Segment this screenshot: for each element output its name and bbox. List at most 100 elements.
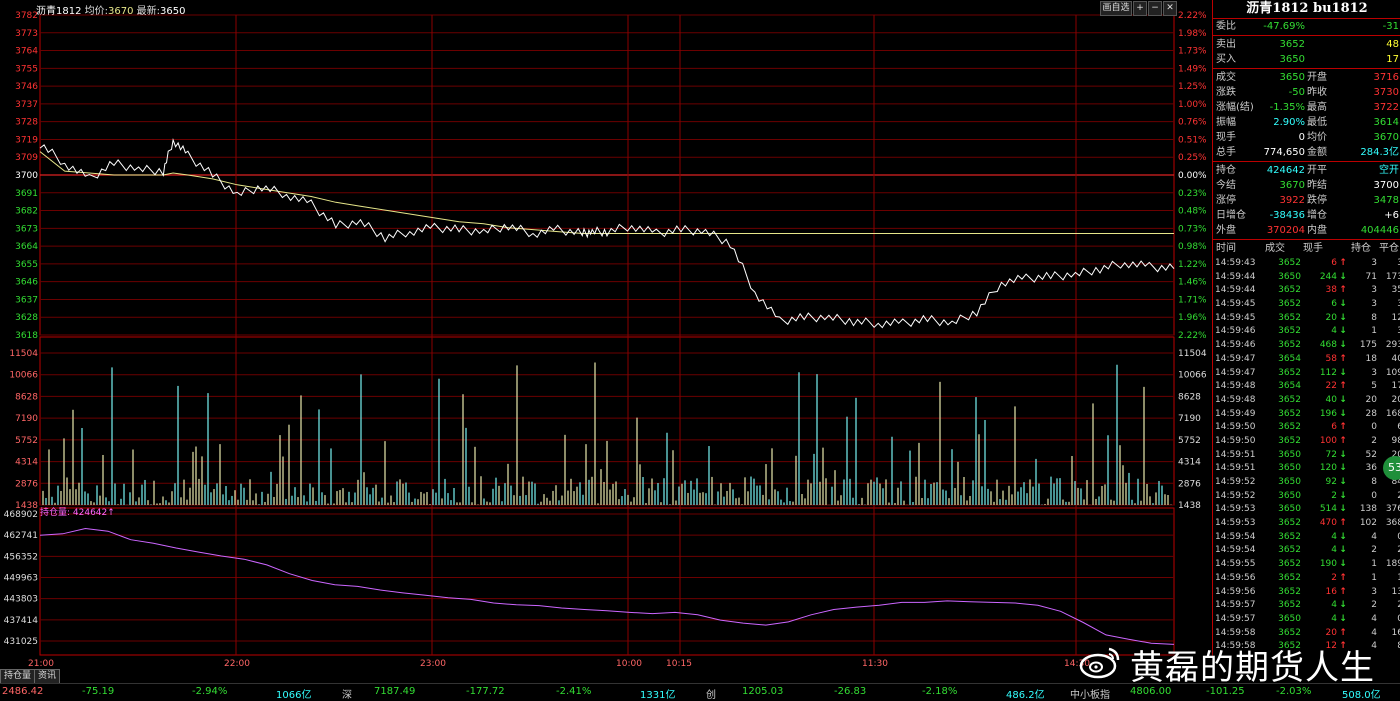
floating-badge[interactable]: 53 [1383, 456, 1400, 480]
tick-price: 3650 [1278, 504, 1301, 515]
tick-oi: 3 [1371, 586, 1377, 597]
tick-time: 14:59:47 [1215, 367, 1256, 378]
tick-volume: 470 [1319, 518, 1337, 529]
volume-tick-label-right: 10066 [1178, 371, 1207, 381]
tick-close: 1 [1379, 572, 1400, 586]
tick-row[interactable]: 14:59:57 3652 4↓ 22 [1213, 599, 1400, 613]
tick-close: 17 [1391, 381, 1400, 392]
sh-index-change: -75.19 [82, 686, 115, 697]
arrow-down-icon: ↓ [1339, 477, 1347, 487]
tick-row[interactable]: 14:59:50 3652 100↑ 2 98 [1213, 435, 1400, 449]
volume-tick-label: 4314 [15, 458, 38, 468]
tick-time: 14:59:56 [1215, 586, 1256, 597]
bid-row[interactable]: 买入 3650 17 [1213, 52, 1400, 67]
tick-row[interactable]: 14:59:53 3652 470↑ 102 368 [1213, 517, 1400, 531]
tick-row[interactable]: 14:59:5436524↓40 [1213, 531, 1400, 545]
tick-time: 14:59:57 [1215, 600, 1256, 611]
arrow-down-icon: ↓ [1339, 271, 1347, 282]
tick-row[interactable]: 14:59:45 3652 6↓ 33 [1213, 298, 1400, 312]
tick-time: 14:59:45 [1215, 299, 1256, 310]
pct-tick-label: 0.00% [1178, 171, 1207, 181]
cy-index-pct: -2.18% [922, 686, 958, 697]
tick-row[interactable]: 14:59:58 3652 20↑ 4 16 [1213, 627, 1400, 641]
tab-open-interest[interactable]: 持仓量 [0, 669, 36, 684]
tick-row[interactable]: 14:59:56 3652 2↑ 11 [1213, 572, 1400, 586]
tick-row[interactable]: 14:59:45 3652 20↓ 8 12 [1213, 312, 1400, 326]
tick-row[interactable]: 14:59:54 3652 4↓ 22 [1213, 544, 1400, 558]
tick-row[interactable]: 14:59:56 3652 16↑ 3 13 [1213, 586, 1400, 600]
tick-price: 3652 [1278, 435, 1301, 446]
volume-tick-label-right: 11504 [1178, 349, 1207, 359]
tick-row[interactable]: 14:59:53 3650 514↓ 138 376 [1213, 503, 1400, 517]
tick-row[interactable]: 14:59:5736504↓40 [1213, 613, 1400, 627]
arrow-up-icon: ↑ [1339, 627, 1347, 638]
zoom-out-button[interactable]: − [1148, 1, 1162, 16]
tick-row[interactable]: 14:59:49 3652 196↓ 28 168 [1213, 408, 1400, 422]
tick-list[interactable]: 14:59:4336526↑3314:59:443650244↓7117314:… [1213, 257, 1400, 654]
tick-time: 14:59:46 [1215, 326, 1256, 337]
tick-price: 3652 [1278, 559, 1301, 570]
tick-volume: 4 [1331, 545, 1337, 556]
stat-row: 现手 0 均价 3670 [1213, 130, 1400, 145]
tick-row[interactable]: 14:59:47 3654 58↑ 18 40 [1213, 353, 1400, 367]
stat-value: 0 [1298, 132, 1305, 143]
tick-row[interactable]: 14:59:5036526↑06 [1213, 421, 1400, 435]
stat-row: 总手 774,650 金额 284.3亿 [1213, 145, 1400, 160]
tick-oi: 4 [1371, 531, 1377, 542]
tick-close: 168 [1385, 408, 1400, 419]
price-tick-label: 3637 [15, 295, 38, 305]
panel-title: 沥青1812 bu1812 [1213, 0, 1400, 19]
cy-index-value: 1205.03 [742, 686, 784, 697]
tick-close: 12 [1391, 312, 1400, 323]
position-stat-label-2: 增仓 [1307, 210, 1327, 221]
tick-row[interactable]: 14:59:513650120↓3684 [1213, 462, 1400, 476]
weibi-diff: -31 [1382, 21, 1399, 32]
tick-row[interactable]: 14:59:46 3652 468↓ 175 293 [1213, 339, 1400, 353]
stat-label: 总手 [1216, 147, 1236, 158]
close-chart-button[interactable]: ✕ [1163, 1, 1177, 16]
tick-row[interactable]: 14:59:47 3652 112↓ 3 109 [1213, 367, 1400, 381]
tick-row[interactable]: 14:59:51365072↓5220 [1213, 449, 1400, 463]
arrow-down-icon: ↓ [1339, 559, 1347, 570]
price-tick-label: 3664 [15, 242, 38, 252]
oi-tick-label: 449963 [4, 574, 38, 584]
tick-row[interactable]: 14:59:44 3650 244↓ 71 173 [1213, 271, 1400, 285]
tick-volume: 92 [1325, 477, 1337, 487]
zoom-in-button[interactable]: + [1133, 1, 1147, 16]
tick-row[interactable]: 14:59:5236502↓02 [1213, 490, 1400, 504]
tick-row[interactable]: 14:59:48 3654 22↑ 5 17 [1213, 380, 1400, 394]
price-tick-label: 3646 [15, 278, 38, 288]
tick-oi: 3 [1371, 367, 1377, 378]
tick-row[interactable]: 14:59:44 3652 38↑ 3 35 [1213, 284, 1400, 298]
ticks-header-price: 成交 [1265, 243, 1285, 254]
tick-volume: 100 [1319, 435, 1337, 446]
arrow-down-icon: ↓ [1339, 600, 1347, 611]
price-tick-label: 3728 [15, 118, 38, 128]
volume-tick-label: 5752 [15, 436, 38, 446]
tick-row[interactable]: 14:59:46 3652 4↓ 13 [1213, 325, 1400, 339]
tick-price: 3652 [1278, 340, 1301, 351]
tick-row[interactable]: 14:59:43 3652 6↑ 33 [1213, 257, 1400, 271]
oi-tick-label: 462741 [4, 531, 38, 541]
tick-row[interactable]: 14:59:55 3652 190↓ 1 189 [1213, 558, 1400, 572]
tick-price: 3650 [1278, 613, 1301, 624]
position-stat-value: 3922 [1279, 195, 1305, 206]
tick-price: 3654 [1278, 381, 1301, 392]
tick-time: 14:59:57 [1215, 613, 1256, 624]
oi-tick-label: 431025 [4, 637, 38, 647]
tick-volume: 20 [1325, 312, 1337, 323]
stat-label-2: 昨收 [1307, 87, 1327, 98]
cy-index-name: 创 [706, 690, 716, 701]
ask-row[interactable]: 卖出 3652 48 [1213, 37, 1400, 52]
tick-price: 3654 [1278, 353, 1301, 364]
price-tick-label: 3782 [15, 11, 38, 21]
pct-tick-label: 1.71% [1178, 295, 1207, 305]
tick-close: 189 [1385, 559, 1400, 570]
tab-news[interactable]: 资讯 [34, 669, 61, 684]
tick-row[interactable]: 14:59:52365092↓884 [1213, 476, 1400, 490]
avg-label: 均价: [84, 6, 109, 17]
intraday-chart[interactable]: 3782 2.22% 3773 1.98% 3764 1.73% 3755 1.49% 3746… [0, 0, 1212, 683]
stat-label-2: 金额 [1307, 147, 1327, 158]
draw-custom-button[interactable]: 画自选 [1100, 1, 1132, 16]
tick-row[interactable]: 14:59:48 3652 40↓ 20 20 [1213, 394, 1400, 408]
